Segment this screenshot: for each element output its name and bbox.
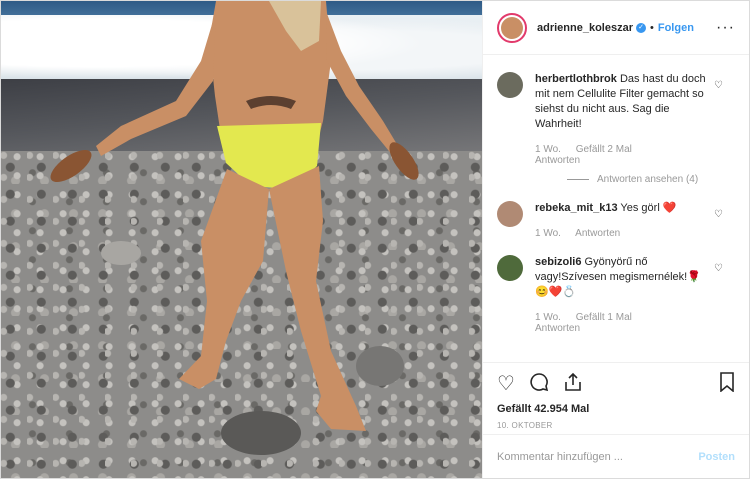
comment-body: rebeka_mit_k13 Yes görl ❤️ 1 Wo. Antwort… bbox=[535, 201, 715, 239]
post-sidebar: adrienne_koleszar ✓ • Folgen ··· herbert… bbox=[482, 1, 749, 478]
share-icon[interactable] bbox=[563, 372, 583, 397]
like-comment-icon[interactable]: ♡ bbox=[714, 263, 723, 274]
comment-bubble-icon[interactable] bbox=[529, 372, 549, 397]
reply-button[interactable]: Antworten bbox=[535, 323, 580, 334]
reply-button[interactable]: Antworten bbox=[535, 155, 580, 166]
like-comment-icon[interactable]: ♡ bbox=[714, 209, 723, 220]
verified-badge-icon: ✓ bbox=[636, 22, 646, 33]
avatar-image bbox=[501, 16, 523, 39]
comment-item: herbertlothbrok Das hast du doch mit nem… bbox=[497, 72, 735, 166]
comment-meta: 1 Wo. Gefällt 2 Mal Antworten bbox=[535, 144, 715, 166]
share-svg bbox=[565, 372, 581, 391]
avatar-image bbox=[497, 201, 523, 227]
comment-time[interactable]: 1 Wo. bbox=[535, 228, 561, 239]
comment-body: sebizoli6 Gyönyörű nő vagy!Szívesen megi… bbox=[535, 255, 715, 334]
author-avatar[interactable] bbox=[497, 12, 527, 43]
reply-button[interactable]: Antworten bbox=[575, 228, 620, 239]
comment-likes[interactable]: Gefällt 2 Mal bbox=[576, 144, 632, 155]
avatar-image bbox=[497, 72, 523, 98]
comment-meta: 1 Wo. Gefällt 1 Mal Antworten bbox=[535, 312, 715, 334]
post-header: adrienne_koleszar ✓ • Folgen ··· bbox=[483, 1, 749, 55]
like-comment-icon[interactable]: ♡ bbox=[714, 80, 723, 91]
comment-item: sebizoli6 Gyönyörű nő vagy!Szívesen megi… bbox=[497, 255, 735, 334]
comment-bubble-svg bbox=[530, 372, 549, 391]
commenter-avatar[interactable] bbox=[497, 201, 523, 227]
author-username[interactable]: adrienne_koleszar bbox=[537, 22, 633, 34]
comment-time[interactable]: 1 Wo. bbox=[535, 144, 561, 155]
likes-count[interactable]: Gefällt 42.954 Mal bbox=[497, 403, 735, 415]
separator-dot: • bbox=[650, 21, 654, 34]
post-photo[interactable] bbox=[1, 1, 482, 478]
commenter-username[interactable]: sebizoli6 bbox=[535, 256, 581, 268]
bookmark-icon[interactable] bbox=[719, 371, 735, 397]
commenter-avatar[interactable] bbox=[497, 255, 523, 281]
commenter-avatar[interactable] bbox=[497, 72, 523, 98]
view-replies-button[interactable]: Antworten ansehen (4) bbox=[567, 174, 735, 185]
comments-list[interactable]: herbertlothbrok Das hast du doch mit nem… bbox=[483, 56, 749, 362]
follow-button[interactable]: Folgen bbox=[658, 22, 694, 34]
comment-body: herbertlothbrok Das hast du doch mit nem… bbox=[535, 72, 715, 166]
action-icons: ♡ bbox=[497, 371, 735, 397]
bookmark-svg bbox=[720, 371, 734, 393]
comment-meta: 1 Wo. Antworten bbox=[535, 228, 715, 239]
post-dialog: adrienne_koleszar ✓ • Folgen ··· herbert… bbox=[0, 0, 750, 479]
commenter-username[interactable]: rebeka_mit_k13 bbox=[535, 202, 618, 214]
post-comment-button[interactable]: Posten bbox=[698, 451, 735, 463]
comment-text: Yes görl ❤️ bbox=[620, 202, 677, 214]
comment-likes[interactable]: Gefällt 1 Mal bbox=[576, 312, 632, 323]
comment-item: rebeka_mit_k13 Yes görl ❤️ 1 Wo. Antwort… bbox=[497, 201, 735, 239]
post-actions: ♡ Gefällt 42.954 Mal 10. OKTOBER bbox=[483, 362, 749, 430]
post-date[interactable]: 10. OKTOBER bbox=[497, 421, 735, 430]
commenter-username[interactable]: herbertlothbrok bbox=[535, 73, 617, 85]
add-comment-bar: Posten bbox=[483, 434, 749, 478]
comment-input[interactable] bbox=[497, 450, 699, 463]
comment-time[interactable]: 1 Wo. bbox=[535, 312, 561, 323]
avatar-image bbox=[497, 255, 523, 281]
more-options-icon[interactable]: ··· bbox=[716, 19, 735, 37]
like-heart-icon[interactable]: ♡ bbox=[497, 373, 515, 395]
